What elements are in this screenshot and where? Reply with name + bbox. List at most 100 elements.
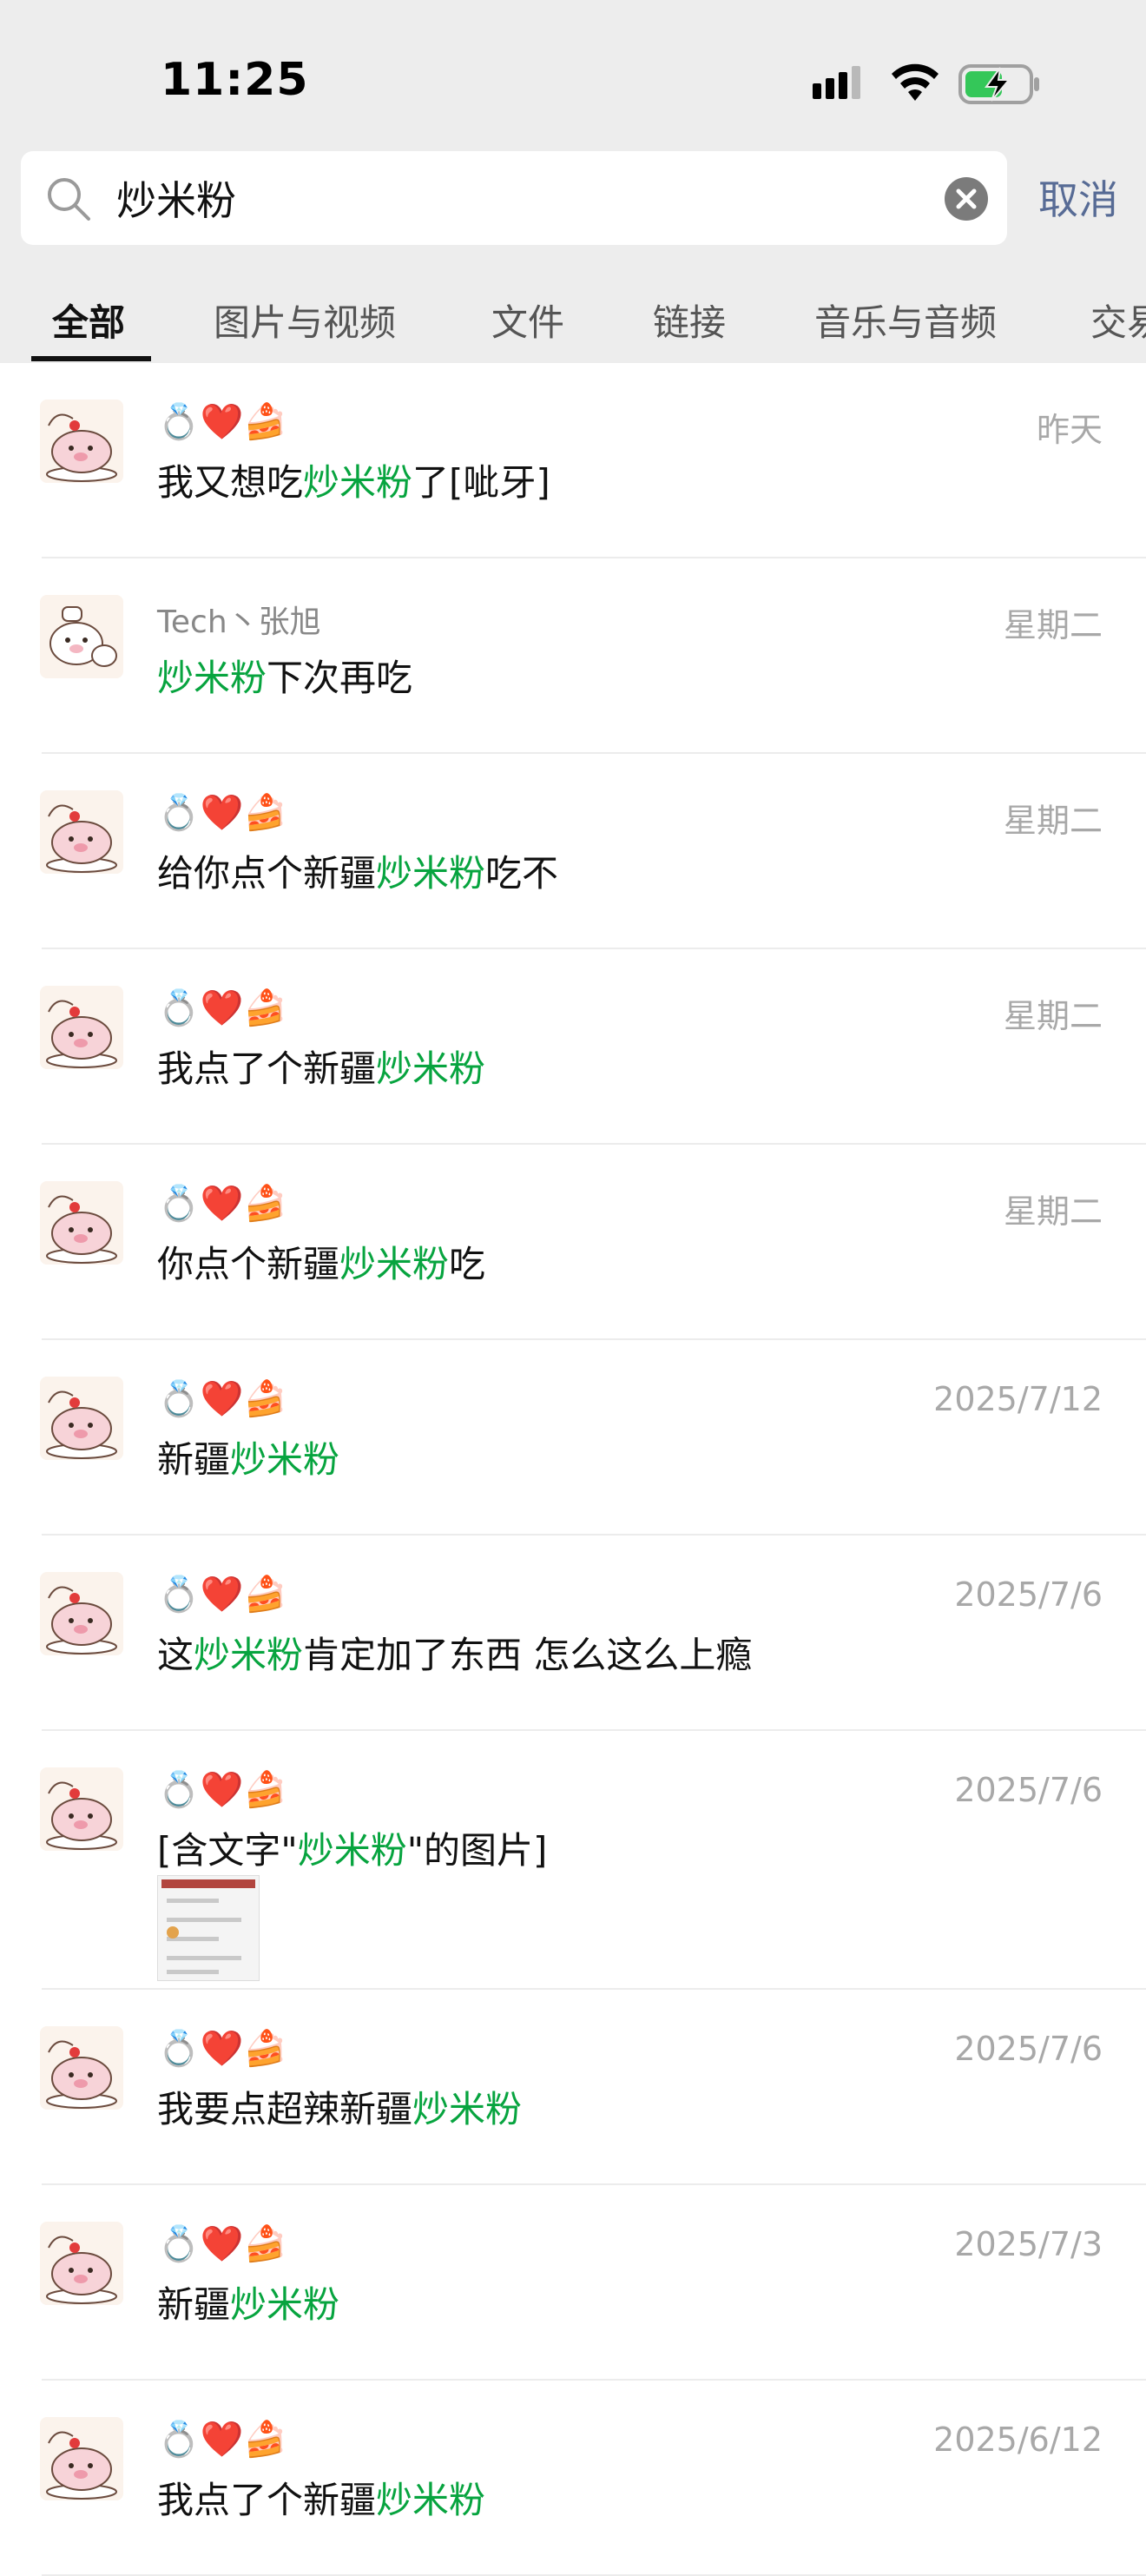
tab-files[interactable]: 文件	[491, 294, 564, 347]
search-result-row[interactable]: 💍❤️🍰 昨天 我又想吃炒米粉了[呲牙]	[0, 363, 1146, 558]
keyword-highlight: 炒米粉	[412, 2088, 523, 2130]
message-text: 你点个新疆炒米粉吃	[157, 1235, 485, 1288]
message-text-after: "的图片]	[406, 1829, 548, 1872]
thumbnail-line	[167, 1956, 241, 1960]
tab-music-audio[interactable]: 音乐与音频	[814, 294, 997, 347]
sender-name: 💍❤️🍰	[157, 1184, 287, 1224]
search-result-row[interactable]: 💍❤️🍰 2025/7/12 新疆炒米粉	[0, 1340, 1146, 1536]
message-text: 新疆炒米粉	[157, 1430, 339, 1483]
search-result-row[interactable]: 💍❤️🍰 星期二你点个新疆炒米粉吃	[0, 1145, 1146, 1340]
clear-search-button[interactable]	[945, 177, 988, 221]
message-text-before: 新疆	[157, 2283, 231, 2326]
pig-avatar-icon	[46, 1586, 117, 1655]
message-text-after: 吃	[449, 1243, 486, 1285]
search-result-row[interactable]: 💍❤️🍰 2025/7/6 [含文字"炒米粉"的图片]	[0, 1731, 1146, 1990]
tab-transactions[interactable]: 交易	[1090, 294, 1146, 347]
search-result-row[interactable]: 💍❤️🍰 星期二 我点了个新疆炒米粉	[0, 949, 1146, 1145]
message-time: 2025/7/6	[954, 2030, 1103, 2068]
wifi-icon	[892, 63, 939, 101]
keyword-highlight: 炒米粉	[376, 852, 486, 895]
message-time: 2025/7/6	[954, 1575, 1103, 1614]
image-thumbnail[interactable]	[157, 1875, 260, 1981]
pig-avatar-icon	[46, 1390, 117, 1459]
keyword-highlight: 炒米粉	[297, 1829, 407, 1872]
signal-icon	[813, 66, 860, 99]
message-text-after: 肯定加了东西 怎么这么上瘾	[303, 1634, 753, 1676]
message-text-before: [含文字"	[157, 1829, 298, 1872]
pig-avatar-icon	[46, 1195, 117, 1264]
avatar	[40, 1572, 123, 1655]
message-text-before: 你点个新疆	[157, 1243, 340, 1285]
message-text-before: 我点了个新疆	[157, 1047, 377, 1090]
search-box[interactable]	[21, 151, 1007, 245]
pig-avatar-icon	[46, 1000, 117, 1068]
keyword-highlight: 炒米粉	[230, 2283, 340, 2326]
avatar	[40, 2222, 123, 2305]
message-text: [含文字"炒米粉"的图片]	[157, 1821, 547, 1874]
avatar	[40, 400, 123, 483]
pig-avatar-icon	[49, 606, 117, 667]
sender-name: 💍❤️🍰	[157, 988, 287, 1028]
search-input[interactable]	[116, 167, 941, 229]
tab-all[interactable]: 全部	[52, 294, 125, 347]
message-time: 2025/7/6	[954, 1771, 1103, 1809]
message-text-before: 我点了个新疆	[157, 2479, 377, 2521]
message-text-before: 给你点个新疆	[157, 852, 377, 895]
message-text: 给你点个新疆炒米粉吃不	[157, 844, 558, 897]
message-text: 我点了个新疆炒米粉	[157, 1040, 485, 1093]
search-result-row[interactable]: 💍❤️🍰 2025/7/6 这炒米粉肯定加了东西 怎么这么上瘾	[0, 1536, 1146, 1731]
pig-avatar-icon	[46, 804, 117, 873]
message-time: 星期二	[1003, 802, 1103, 840]
thumbnail-food-icon	[167, 1926, 179, 1939]
pig-avatar-icon	[46, 1781, 117, 1850]
pig-avatar-icon	[46, 413, 117, 482]
thumbnail-line	[167, 1899, 219, 1903]
avatar	[40, 986, 123, 1069]
search-result-row[interactable]: 💍❤️🍰 2025/6/12 我点了个新疆炒米粉	[0, 2381, 1146, 2576]
active-tab-indicator	[31, 356, 151, 361]
cancel-button[interactable]: 取消	[1038, 168, 1118, 226]
message-text: 这炒米粉肯定加了东西 怎么这么上瘾	[157, 1626, 752, 1679]
message-time: 星期二	[1003, 1192, 1103, 1231]
search-result-row[interactable]: 💍❤️🍰 星期二给你点个新疆炒米粉吃不	[0, 754, 1146, 949]
avatar	[40, 1377, 123, 1460]
avatar	[40, 2417, 123, 2500]
battery-charging-icon	[958, 64, 1039, 104]
message-text-after: 吃不	[485, 852, 559, 895]
message-time: 昨天	[1036, 411, 1103, 449]
keyword-highlight: 炒米粉	[303, 461, 413, 504]
message-text-after: 了[呲牙]	[412, 461, 550, 504]
thumbnail-header	[161, 1879, 255, 1888]
sender-name: 💍❤️🍰	[157, 2420, 287, 2460]
message-text: 我要点超辣新疆炒米粉	[157, 2080, 522, 2133]
keyword-highlight: 炒米粉	[157, 657, 267, 699]
message-text: 我又想吃炒米粉了[呲牙]	[157, 453, 550, 506]
keyword-highlight: 炒米粉	[230, 1438, 340, 1481]
status-time: 11:25	[161, 54, 309, 106]
pig-avatar-icon	[46, 2040, 117, 2109]
search-result-row[interactable]: 💍❤️🍰 2025/7/3 新疆炒米粉	[0, 2185, 1146, 2381]
search-result-row[interactable]: Tech丶张旭 星期二 炒米粉下次再吃	[0, 558, 1146, 754]
sender-name: 💍❤️🍰	[157, 2224, 287, 2264]
message-time: 星期二	[1003, 606, 1103, 644]
search-icon	[48, 178, 90, 221]
message-text-before: 我要点超辣新疆	[157, 2088, 413, 2130]
pig-avatar-icon	[46, 2431, 117, 2500]
message-time: 2025/7/12	[933, 1380, 1103, 1418]
sender-name: 💍❤️🍰	[157, 793, 287, 833]
keyword-highlight: 炒米粉	[194, 1634, 304, 1676]
avatar	[40, 2026, 123, 2110]
message-text: 新疆炒米粉	[157, 2275, 339, 2328]
pig-avatar-icon	[46, 2236, 117, 2304]
tab-links[interactable]: 链接	[653, 294, 726, 347]
tab-images-videos[interactable]: 图片与视频	[214, 294, 396, 347]
sender-name: Tech丶张旭	[157, 604, 321, 640]
thumbnail-line	[167, 1970, 219, 1974]
clear-icon	[956, 188, 977, 209]
search-result-row[interactable]: 💍❤️🍰 2025/7/6 我要点超辣新疆炒米粉	[0, 1990, 1146, 2185]
thumbnail-line	[167, 1918, 241, 1922]
message-text-before: 这	[157, 1634, 194, 1676]
keyword-highlight: 炒米粉	[376, 1047, 486, 1090]
avatar	[40, 595, 123, 678]
sender-name: 💍❤️🍰	[157, 2029, 287, 2069]
